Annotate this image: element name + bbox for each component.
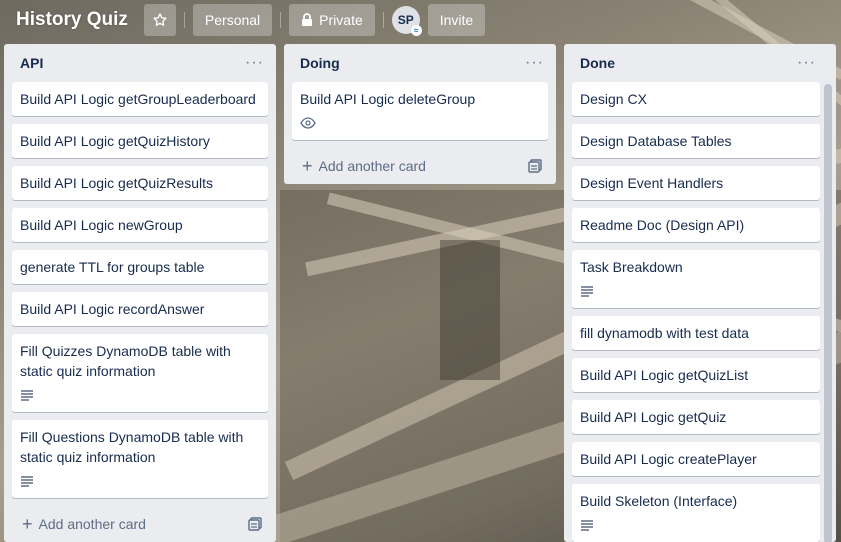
card-title: Fill Questions DynamoDB table with stati…: [20, 429, 244, 465]
card-title: Build API Logic getQuizList: [580, 367, 749, 383]
list-title[interactable]: Doing: [300, 55, 340, 71]
card-title: Build API Logic deleteGroup: [300, 91, 476, 107]
card[interactable]: Build API Logic getQuizHistory: [12, 124, 268, 158]
add-card-label: Add another card: [38, 516, 146, 532]
list-footer: + Add another card: [292, 148, 548, 184]
header-divider: [183, 12, 185, 28]
card-title: Build API Logic getQuizHistory: [20, 133, 210, 149]
list-doing: Doing ··· Build API Logic deleteGroup + …: [284, 44, 556, 184]
description-icon: [581, 520, 593, 531]
card-title: Design CX: [580, 91, 647, 107]
card[interactable]: Build API Logic newGroup: [12, 208, 268, 242]
card-title: Build Skeleton (Interface): [580, 493, 738, 509]
card-title: Readme Doc (Design API): [580, 217, 745, 233]
card-title: generate TTL for groups table: [20, 259, 205, 275]
list-footer: + Add another card: [12, 506, 268, 542]
card[interactable]: Build API Logic getQuiz: [572, 400, 820, 434]
board-title[interactable]: History Quiz: [8, 9, 136, 31]
header-divider: [280, 12, 282, 28]
list-menu-icon[interactable]: ···: [797, 55, 816, 71]
privacy-button[interactable]: Private: [289, 4, 375, 36]
list-done: Done ··· Design CX Design Database Table…: [564, 44, 836, 542]
card-title: Design Database Tables: [580, 133, 732, 149]
card[interactable]: Build API Logic deleteGroup: [292, 82, 548, 140]
card-template-icon[interactable]: [248, 517, 262, 531]
add-card-button[interactable]: + Add another card: [22, 514, 146, 535]
card-title: Build API Logic getQuiz: [580, 409, 727, 425]
add-card-button[interactable]: + Add another card: [302, 156, 426, 177]
admin-badge-icon: ≈: [410, 25, 422, 36]
card-title: Build API Logic getQuizResults: [20, 175, 213, 191]
card-badges: [300, 113, 540, 133]
card[interactable]: generate TTL for groups table: [12, 250, 268, 284]
card-title: Build API Logic createPlayer: [580, 451, 757, 467]
board-header: History Quiz Personal Private SP ≈ Invit…: [0, 0, 841, 40]
card-title: Design Event Handlers: [580, 175, 724, 191]
card[interactable]: Design Database Tables: [572, 124, 820, 158]
card[interactable]: Build API Logic getQuizResults: [12, 166, 268, 200]
card-badges: [20, 471, 260, 491]
plus-icon: +: [22, 513, 33, 534]
list-menu-icon[interactable]: ···: [245, 55, 264, 71]
star-icon: [153, 13, 167, 26]
card-badges: [580, 515, 812, 535]
star-button[interactable]: [143, 4, 176, 36]
list-title[interactable]: API: [20, 55, 43, 71]
team-visibility-button[interactable]: Personal: [192, 4, 273, 36]
card[interactable]: Task Breakdown: [572, 250, 820, 308]
card-title: fill dynamodb with test data: [580, 325, 749, 341]
description-icon: [581, 286, 593, 297]
card-title: Build API Logic getGroupLeaderboard: [20, 91, 256, 107]
card[interactable]: Readme Doc (Design API): [572, 208, 820, 242]
add-card-label: Add another card: [318, 158, 426, 174]
card[interactable]: Build API Logic getGroupLeaderboard: [12, 82, 268, 116]
card[interactable]: Fill Quizzes DynamoDB table with static …: [12, 334, 268, 412]
header-divider: [382, 12, 384, 28]
list-title[interactable]: Done: [580, 55, 615, 71]
card-badges: [20, 385, 260, 405]
card[interactable]: Build API Logic getQuizList: [572, 358, 820, 392]
description-icon: [21, 476, 33, 487]
card[interactable]: Build API Logic recordAnswer: [12, 292, 268, 326]
list-menu-icon[interactable]: ···: [525, 55, 544, 71]
card[interactable]: Design CX: [572, 82, 820, 116]
card[interactable]: Build API Logic createPlayer: [572, 442, 820, 476]
list-header: Done ···: [572, 44, 820, 82]
card[interactable]: Fill Questions DynamoDB table with stati…: [12, 420, 268, 498]
card[interactable]: Design Event Handlers: [572, 166, 820, 200]
invite-label: Invite: [439, 12, 474, 28]
card[interactable]: Build Skeleton (Interface): [572, 484, 820, 542]
privacy-label: Private: [319, 12, 363, 28]
description-icon: [21, 390, 33, 401]
invite-button[interactable]: Invite: [427, 4, 486, 36]
card-template-icon[interactable]: [528, 159, 542, 173]
card[interactable]: fill dynamodb with test data: [572, 316, 820, 350]
scrollbar-thumb[interactable]: [824, 84, 832, 542]
list-header: Doing ···: [292, 44, 548, 82]
member-avatar[interactable]: SP ≈: [391, 6, 422, 36]
avatar-initials: SP: [397, 13, 414, 27]
list-api: API ··· Build API Logic getGroupLeaderbo…: [4, 44, 276, 542]
list-scrollbar[interactable]: [824, 84, 832, 542]
card-badges: [580, 281, 812, 301]
lock-icon: [302, 13, 313, 26]
team-visibility-label: Personal: [204, 12, 261, 28]
card-title: Build API Logic recordAnswer: [20, 301, 205, 317]
list-header: API ···: [12, 44, 268, 82]
card-title: Build API Logic newGroup: [20, 217, 183, 233]
card-title: Task Breakdown: [580, 259, 683, 275]
eye-icon: [300, 117, 316, 129]
plus-icon: +: [302, 155, 313, 176]
card-title: Fill Quizzes DynamoDB table with static …: [20, 343, 231, 379]
